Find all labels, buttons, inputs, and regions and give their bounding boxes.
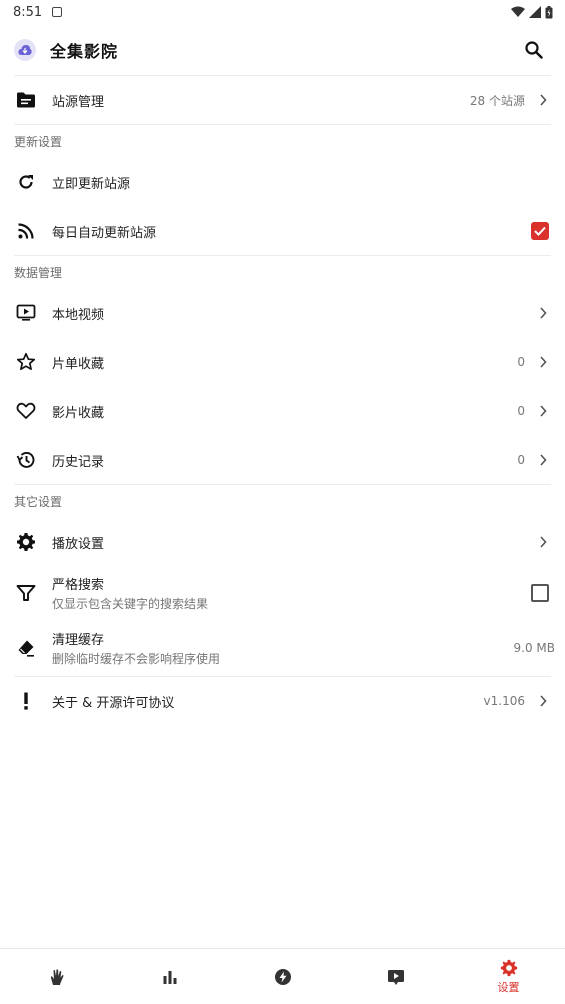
section-title-other: 其它设置 bbox=[14, 495, 63, 509]
history-count: 0 bbox=[517, 453, 525, 467]
refresh-icon bbox=[14, 170, 38, 194]
status-time: 8:51 bbox=[13, 4, 43, 20]
cache-size: 9.0 MB bbox=[513, 641, 555, 655]
divider bbox=[14, 484, 551, 485]
app-version: v1.106 bbox=[483, 694, 525, 708]
status-icons bbox=[511, 5, 553, 19]
section-title-data: 数据管理 bbox=[14, 266, 63, 280]
lightning-icon bbox=[274, 968, 291, 985]
chevron-right-icon bbox=[535, 534, 551, 550]
strict-search-row[interactable]: 严格搜索 仅显示包含关键字的搜索结果 bbox=[0, 568, 565, 618]
movie-favorites-count: 0 bbox=[517, 404, 525, 418]
notification-icon bbox=[52, 7, 63, 17]
site-source-count: 28 个站源 bbox=[469, 93, 525, 108]
playlist-favorites-label: 片单收藏 bbox=[52, 356, 105, 372]
search-icon bbox=[525, 41, 543, 59]
play-settings-row[interactable]: 播放设置 bbox=[0, 519, 565, 565]
app-title: 全集影院 bbox=[50, 42, 119, 61]
star-icon bbox=[14, 350, 38, 374]
gear-icon bbox=[500, 959, 517, 976]
divider bbox=[14, 124, 551, 125]
history-label: 历史记录 bbox=[52, 454, 105, 470]
daily-update-checkbox[interactable] bbox=[531, 222, 549, 240]
status-bar: 8:51 bbox=[0, 0, 565, 24]
playlist-favorites-count: 0 bbox=[517, 355, 525, 369]
search-button[interactable] bbox=[521, 37, 547, 63]
strict-search-description: 仅显示包含关键字的搜索结果 bbox=[52, 597, 209, 611]
gear-icon bbox=[14, 530, 38, 554]
bar-chart-icon bbox=[163, 970, 176, 984]
update-now-label: 立即更新站源 bbox=[52, 176, 131, 192]
chevron-right-icon bbox=[535, 693, 551, 709]
folder-icon bbox=[14, 88, 38, 112]
section-title-update: 更新设置 bbox=[14, 135, 63, 149]
video-icon bbox=[14, 301, 38, 325]
nav-tab-video[interactable] bbox=[339, 949, 452, 1004]
site-source-label: 站源管理 bbox=[52, 94, 105, 110]
exclamation-icon bbox=[14, 689, 38, 713]
divider bbox=[14, 75, 551, 76]
nav-settings-label: 设置 bbox=[497, 980, 520, 994]
play-screen-icon bbox=[387, 969, 404, 985]
about-label: 关于 & 开源许可协议 bbox=[52, 695, 175, 711]
daily-update-label: 每日自动更新站源 bbox=[52, 225, 157, 241]
movie-favorites-label: 影片收藏 bbox=[52, 405, 105, 421]
site-source-row[interactable]: 站源管理 28 个站源 bbox=[0, 77, 565, 123]
divider bbox=[14, 255, 551, 256]
signal-icon bbox=[529, 6, 541, 18]
chevron-right-icon bbox=[535, 452, 551, 468]
local-video-label: 本地视频 bbox=[52, 307, 105, 323]
history-icon bbox=[14, 448, 38, 472]
clear-cache-label: 清理缓存 bbox=[52, 633, 105, 648]
history-row[interactable]: 历史记录 0 bbox=[0, 437, 565, 483]
wifi-icon bbox=[511, 6, 525, 17]
clear-cache-description: 删除临时缓存不会影响程序使用 bbox=[52, 652, 221, 666]
update-now-row[interactable]: 立即更新站源 bbox=[0, 159, 565, 205]
heart-icon bbox=[14, 399, 38, 423]
check-icon bbox=[534, 226, 546, 236]
strict-search-label: 严格搜索 bbox=[52, 578, 105, 593]
chevron-right-icon bbox=[535, 354, 551, 370]
hand-icon bbox=[50, 968, 63, 985]
local-video-row[interactable]: 本地视频 bbox=[0, 290, 565, 336]
playlist-favorites-row[interactable]: 片单收藏 0 bbox=[0, 339, 565, 385]
filter-icon bbox=[14, 581, 38, 605]
bottom-navigation: 设置 bbox=[0, 948, 565, 1004]
daily-update-row[interactable]: 每日自动更新站源 bbox=[0, 208, 565, 254]
about-row[interactable]: 关于 & 开源许可协议 v1.106 bbox=[0, 678, 565, 724]
nav-tab-settings[interactable]: 设置 bbox=[452, 949, 565, 1004]
eraser-icon bbox=[14, 636, 38, 660]
chevron-right-icon bbox=[535, 305, 551, 321]
divider bbox=[14, 676, 551, 677]
clear-cache-row[interactable]: 清理缓存 删除临时缓存不会影响程序使用 9.0 MB bbox=[0, 623, 565, 673]
chevron-right-icon bbox=[535, 403, 551, 419]
play-settings-label: 播放设置 bbox=[52, 536, 105, 552]
movie-favorites-row[interactable]: 影片收藏 0 bbox=[0, 388, 565, 434]
rss-icon bbox=[14, 219, 38, 243]
nav-tab-home[interactable] bbox=[0, 949, 113, 1004]
nav-tab-hot[interactable] bbox=[226, 949, 339, 1004]
nav-tab-ranking[interactable] bbox=[113, 949, 226, 1004]
strict-search-checkbox[interactable] bbox=[531, 584, 549, 602]
chevron-right-icon bbox=[535, 92, 551, 108]
app-bar: 全集影院 bbox=[0, 28, 565, 72]
battery-icon bbox=[545, 5, 553, 18]
app-logo-icon bbox=[14, 39, 36, 61]
